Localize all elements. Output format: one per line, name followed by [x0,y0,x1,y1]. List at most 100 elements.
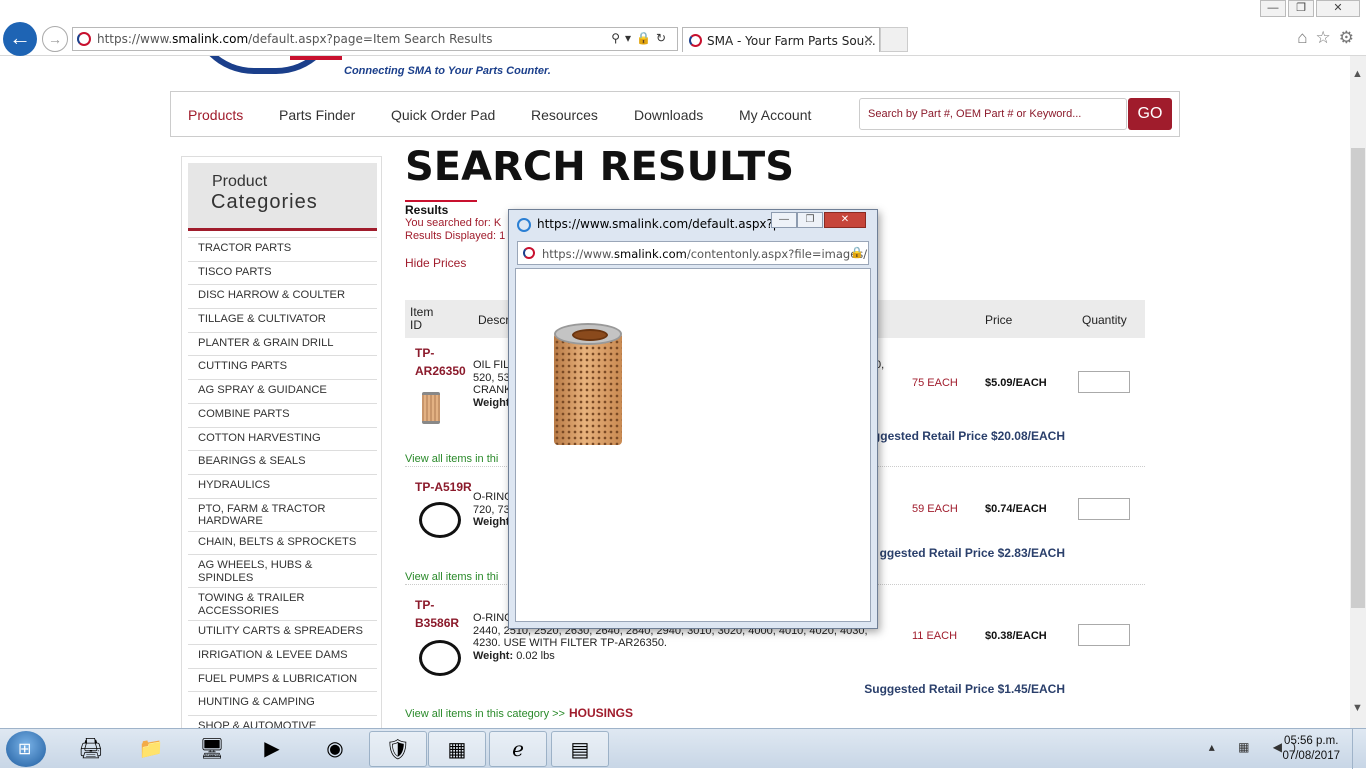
category-fuel-pumps[interactable]: FUEL PUMPS & LUBRICATION [188,667,377,692]
view-all-link[interactable]: View all items in thi [405,453,498,465]
category-list: TRACTOR PARTS TISCO PARTS DISC HARROW & … [188,237,377,728]
chrome-icon[interactable]: ◉ [306,731,364,767]
scroll-up-icon[interactable]: ▲ [1352,68,1363,80]
hide-prices-link[interactable]: Hide Prices [405,256,466,270]
quantity-input[interactable] [1078,624,1130,646]
menu-quick-order-pad[interactable]: Quick Order Pad [391,107,495,123]
menu-downloads[interactable]: Downloads [634,107,703,123]
product-thumbnail[interactable] [422,392,440,424]
category-disc-harrow[interactable]: DISC HARROW & COULTER [188,284,377,308]
address-tools[interactable]: ⚲▾🔒↻ [611,31,671,45]
popup-url: https://www.smalink.com/contentonly.aspx… [542,247,868,261]
new-tab-button[interactable] [880,27,908,52]
part-id-link[interactable]: TP- B3586R [415,596,459,632]
suggested-retail-price: ggested Retail Price $2.83/EACH [879,546,1065,560]
menu-resources[interactable]: Resources [531,107,598,123]
site-logo-red-bar [290,56,342,60]
category-tisco-parts[interactable]: TISCO PARTS [188,260,377,285]
searched-for-text: You searched for: K [405,217,502,229]
close-window-button[interactable]: ✕ [1316,0,1360,17]
results-label: Results [405,203,449,217]
category-pto-hardware[interactable]: PTO, FARM & TRACTOR HARDWARE [188,497,377,531]
start-button[interactable]: ⊞ [6,731,46,767]
category-tillage[interactable]: TILLAGE & CULTIVATOR [188,308,377,332]
browser-chrome: — ❐ ✕ ← → https://www.smalink.com/defaul… [0,0,1366,56]
lock-icon: 🔒 [850,247,864,259]
menu-products[interactable]: Products [188,107,243,123]
category-combine-parts[interactable]: COMBINE PARTS [188,402,377,427]
minimize-window-button[interactable]: — [1260,0,1286,17]
internet-explorer-icon[interactable]: ℯ [489,731,547,767]
search-go-button[interactable]: GO [1128,98,1172,130]
excel-icon[interactable]: ▦ [428,731,486,767]
category-ag-spray[interactable]: AG SPRAY & GUIDANCE [188,379,377,403]
col-description: Descr [478,313,510,327]
menu-parts-finder[interactable]: Parts Finder [279,107,355,123]
hp-app-icon[interactable]: 🖥 [183,731,241,767]
product-categories-sidebar: Product Categories TRACTOR PARTS TISCO P… [181,156,382,728]
popup-address-bar[interactable]: https://www.smalink.com/contentonly.aspx… [517,241,869,265]
category-hunting-camping[interactable]: HUNTING & CAMPING [188,691,377,715]
category-cutting-parts[interactable]: CUTTING PARTS [188,355,377,379]
windows-taskbar: ⊞ 🖨 📁 🖥 ▶ ◉ 🛡 ▦ ℯ ▤ ▴ ▦ ◀) 05:56 p.m. 07… [0,728,1366,769]
col-item-id: Item ID [410,305,434,332]
category-utility-carts[interactable]: UTILITY CARTS & SPREADERS [188,620,377,644]
ie-icon [517,218,531,232]
show-desktop-button[interactable] [1352,729,1366,769]
address-url: https://www.smalink.com/default.aspx?pag… [97,32,493,46]
taskbar-app-icon[interactable]: 🖨 [62,731,120,767]
view-all-link[interactable]: View all items in thi [405,571,498,583]
file-explorer-icon[interactable]: 📁 [122,731,180,767]
suggested-retail-price: ggested Retail Price $20.08/EACH [872,429,1065,443]
category-hydraulics[interactable]: HYDRAULICS [188,473,377,498]
part-id-link[interactable]: TP- AR26350 [415,344,466,380]
categories-header: Product Categories [188,163,377,231]
part-id-link[interactable]: TP-A519R [415,478,472,496]
category-bearings-seals[interactable]: BEARINGS & SEALS [188,450,377,474]
categories-title-line1: Product [212,173,268,190]
category-tractor-parts[interactable]: TRACTOR PARTS [188,237,377,261]
product-thumbnail[interactable] [419,640,461,676]
category-ag-wheels[interactable]: AG WHEELS, HUBS & SPINDLES [188,554,377,587]
tab-close-icon[interactable]: ✕ [863,32,874,48]
category-towing-trailer[interactable]: TOWING & TRAILER ACCESSORIES [188,587,377,620]
category-planter[interactable]: PLANTER & GRAIN DRILL [188,331,377,356]
oil-filter-image [554,323,622,447]
popup-close-button[interactable]: ✕ [824,212,866,228]
scroll-down-icon[interactable]: ▼ [1352,702,1363,714]
page-scrollbar[interactable]: ▲ ▼ [1350,56,1366,728]
image-popup-window: https://www.smalink.com/default.aspx?pa.… [508,209,878,629]
restore-window-button[interactable]: ❐ [1288,0,1314,17]
categories-title-line2: Categories [211,191,318,213]
pdf-reader-icon[interactable]: ▤ [551,731,609,767]
back-button[interactable]: ← [3,22,37,56]
category-shop-automotive[interactable]: SHOP & AUTOMOTIVE [188,715,377,728]
quantity-input[interactable] [1078,371,1130,393]
taskbar-clock[interactable]: 05:56 p.m. 07/08/2017 [1282,734,1340,764]
menu-my-account[interactable]: My Account [739,107,811,123]
media-player-icon[interactable]: ▶ [243,731,301,767]
popup-favicon-icon [523,247,535,259]
suggested-retail-price: Suggested Retail Price $1.45/EACH [864,682,1065,696]
security-app-icon[interactable]: 🛡 [369,731,427,767]
popup-maximize-button[interactable]: ❐ [797,212,823,228]
unit-price: $0.74/EACH [985,503,1047,515]
category-irrigation[interactable]: IRRIGATION & LEVEE DAMS [188,643,377,668]
main-menu: Products Parts Finder Quick Order Pad Re… [170,91,1180,137]
search-input[interactable]: Search by Part #, OEM Part # or Keyword.… [859,98,1127,130]
scroll-thumb[interactable] [1351,148,1365,608]
view-all-link[interactable]: View all items in this category >> HOUSIN… [405,706,633,720]
results-meta: You searched for: K Results Displayed: 1 [405,217,505,243]
category-chain-belts[interactable]: CHAIN, BELTS & SPROCKETS [188,530,377,555]
popup-title: https://www.smalink.com/default.aspx?pa.… [537,217,800,231]
forward-button[interactable]: → [42,26,68,52]
browser-tab-active[interactable]: SMA - Your Farm Parts Sou... ✕ [682,27,880,52]
quantity-input[interactable] [1078,498,1130,520]
popup-minimize-button[interactable]: — [771,212,797,228]
browser-toolbar-icons[interactable]: ⌂☆⚙ [1297,28,1362,48]
address-bar[interactable]: https://www.smalink.com/default.aspx?pag… [72,27,678,51]
popup-content [515,268,871,622]
product-thumbnail[interactable] [419,502,461,538]
category-cotton-harvesting[interactable]: COTTON HARVESTING [188,426,377,451]
results-underline [405,200,477,202]
